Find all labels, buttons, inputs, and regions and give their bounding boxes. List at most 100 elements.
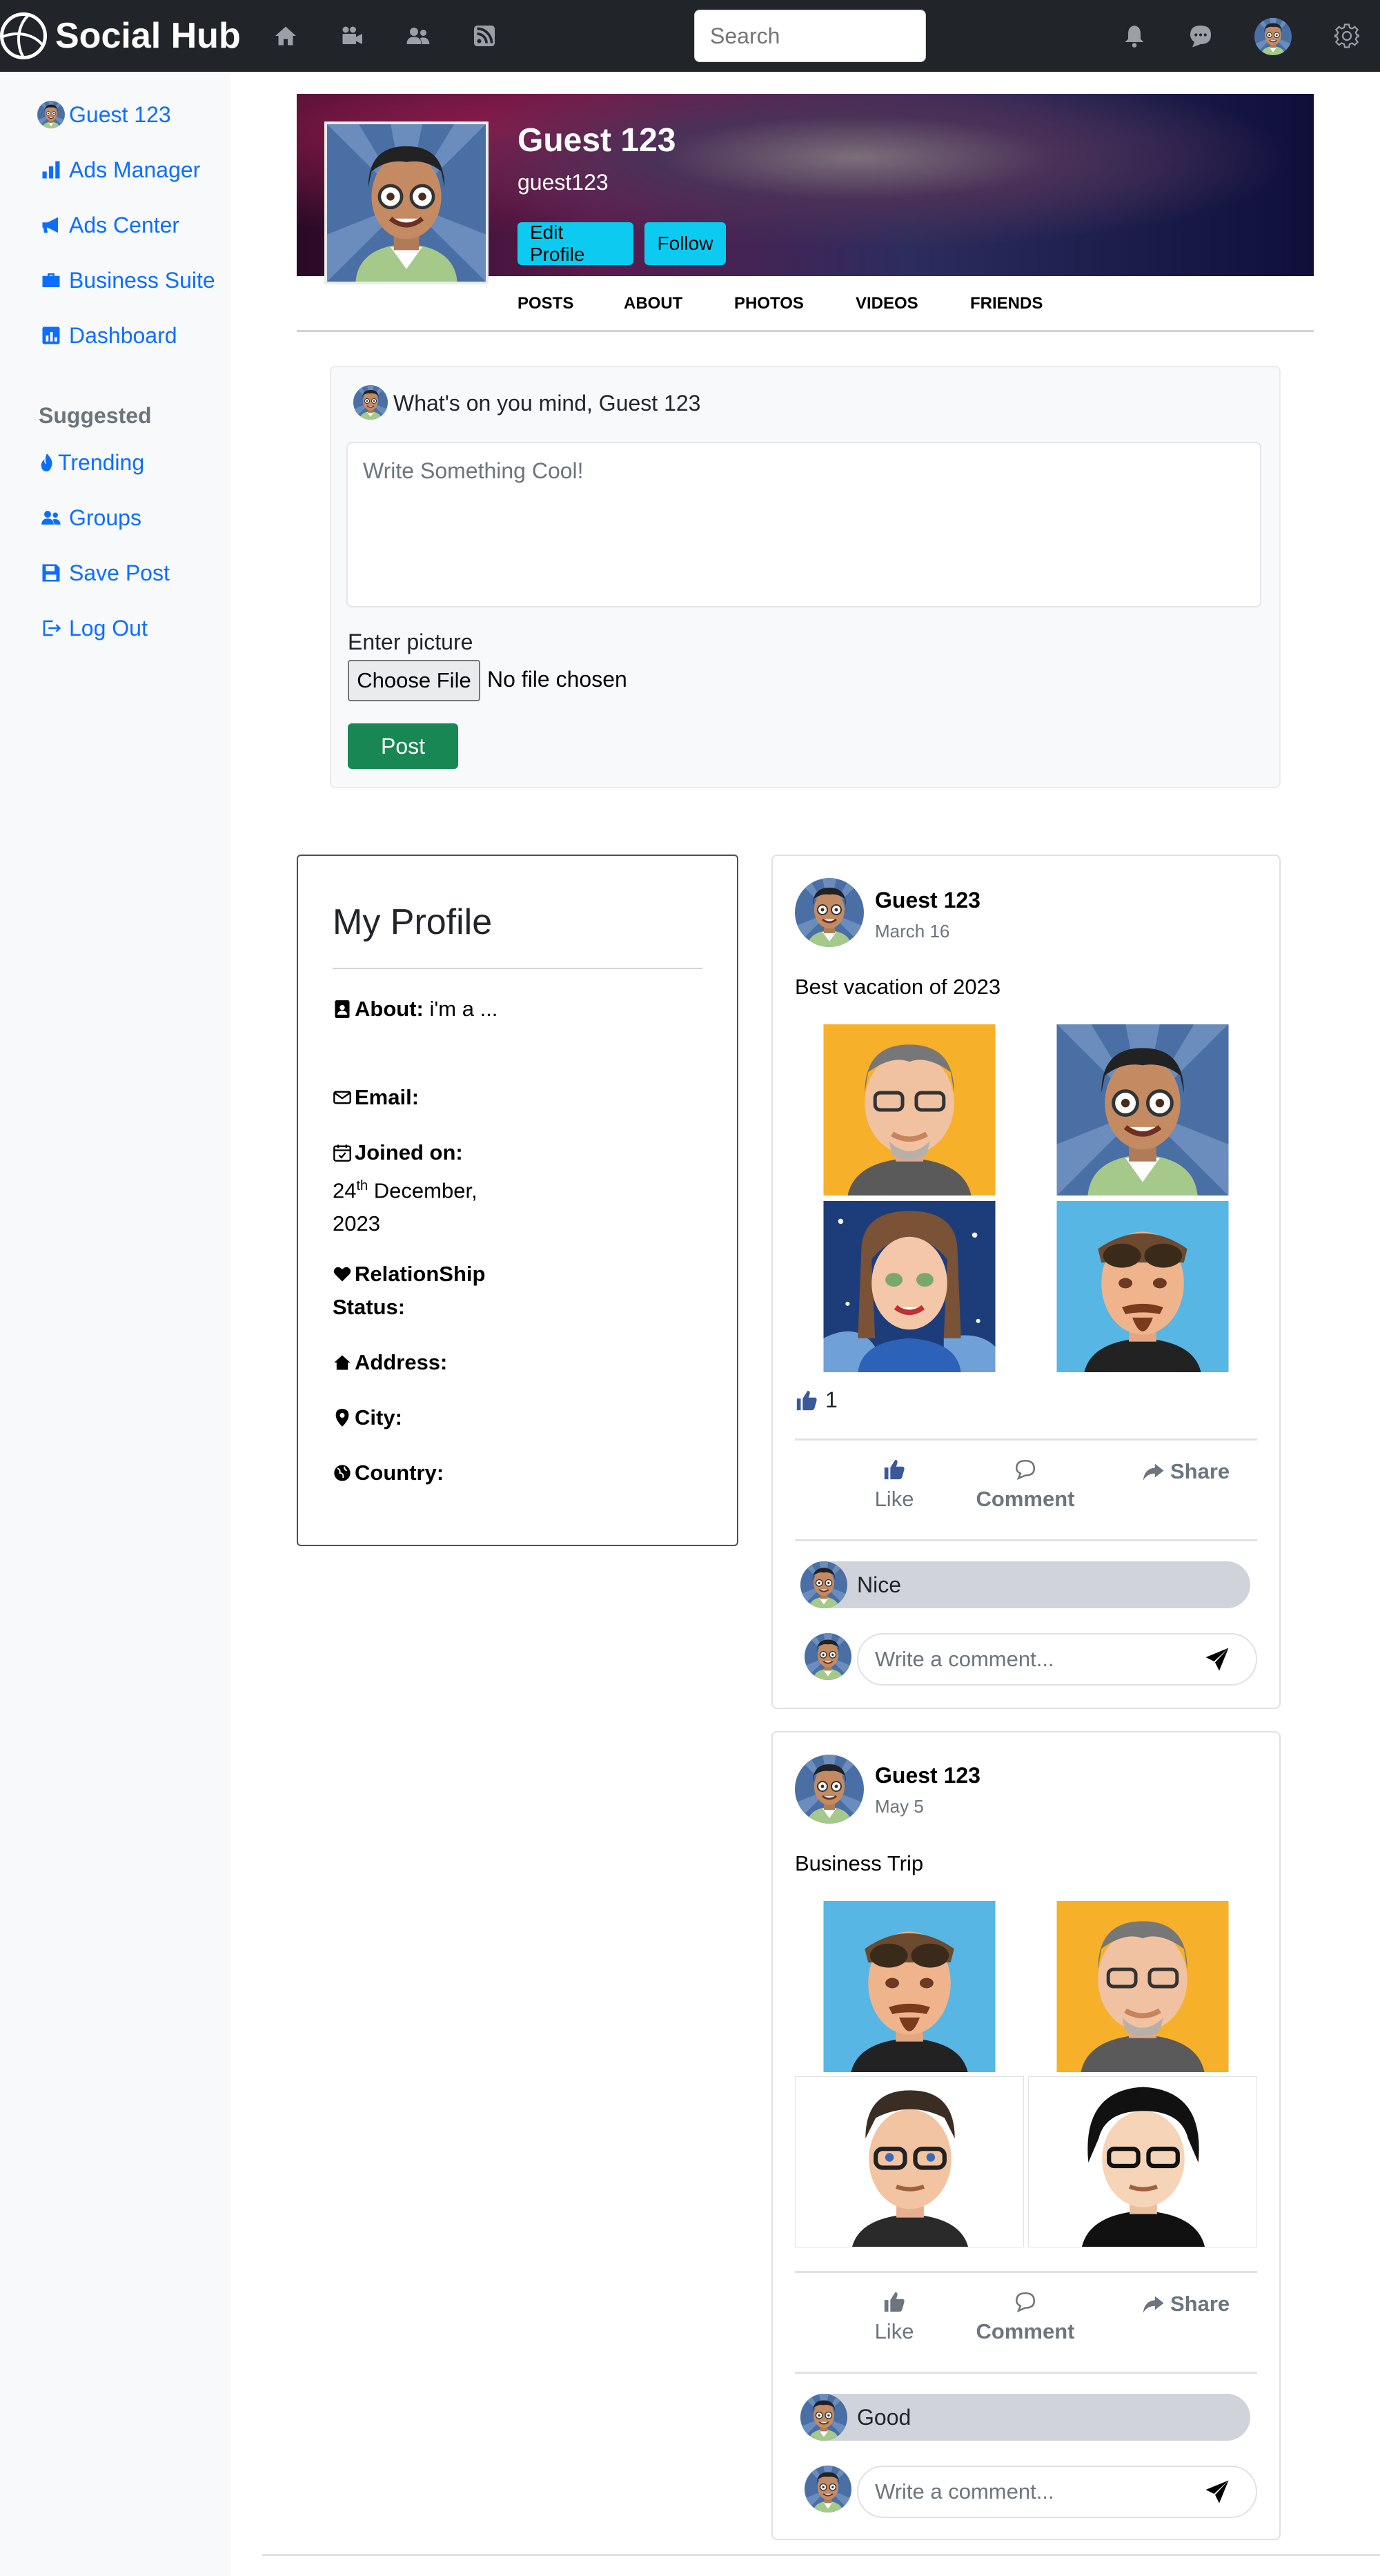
like-button[interactable]: Like bbox=[867, 2290, 922, 2344]
composer-title: What's on you mind, Guest 123 bbox=[393, 391, 701, 416]
avatar[interactable] bbox=[795, 1755, 864, 1824]
sidebar-item-label: Trending bbox=[58, 449, 145, 475]
fire-icon bbox=[37, 449, 57, 476]
share-button[interactable]: Share bbox=[1141, 1459, 1245, 1484]
comment-input[interactable]: Write a comment... bbox=[857, 2466, 1257, 2518]
brand[interactable]: Social Hub bbox=[0, 7, 241, 65]
sidebar-item-label: Ads Center bbox=[69, 212, 180, 237]
comment-icon bbox=[1015, 1459, 1036, 1481]
sidebar-item-business-suite[interactable]: Business Suite bbox=[37, 266, 215, 294]
like-button[interactable]: Like bbox=[867, 1458, 922, 1512]
edit-profile-button[interactable]: Edit Profile bbox=[518, 222, 633, 265]
sidebar-item-log-out[interactable]: Log Out bbox=[37, 614, 148, 642]
choose-file-button[interactable]: Choose File bbox=[348, 660, 480, 701]
footer-divider bbox=[262, 2554, 1380, 2556]
avatar bbox=[805, 2466, 851, 2512]
megaphone-icon bbox=[37, 211, 65, 239]
sidebar-item-ads-manager[interactable]: Ads Manager bbox=[37, 156, 200, 184]
sidebar-item-label: Ads Manager bbox=[69, 157, 201, 182]
post-image[interactable] bbox=[795, 1201, 1024, 1372]
suggested-heading: Suggested bbox=[39, 403, 152, 428]
post-image[interactable] bbox=[795, 1024, 1024, 1196]
post-text: Business Trip bbox=[795, 1851, 924, 1875]
city-label: City: bbox=[355, 1405, 402, 1430]
avatar bbox=[353, 385, 388, 420]
city-row: City: bbox=[333, 1401, 526, 1434]
tabs-divider bbox=[297, 330, 1314, 332]
post-image[interactable] bbox=[1028, 2076, 1257, 2247]
share-label: Share bbox=[1170, 2292, 1230, 2316]
send-icon[interactable] bbox=[1205, 2479, 1230, 2504]
tab-friends[interactable]: FRIENDS bbox=[970, 294, 1043, 313]
profile-handle: guest123 bbox=[518, 170, 609, 195]
video-icon[interactable] bbox=[337, 21, 367, 51]
like-label: Like bbox=[874, 2319, 914, 2343]
divider bbox=[795, 1539, 1257, 1541]
post-image[interactable] bbox=[795, 2076, 1024, 2247]
comment-button[interactable]: Comment bbox=[969, 1458, 1082, 1512]
bar-chart-icon bbox=[37, 156, 65, 184]
post-author[interactable]: Guest 123 bbox=[875, 888, 980, 913]
email-row: Email: bbox=[333, 1081, 526, 1114]
envelope-icon bbox=[333, 1091, 351, 1104]
post-button[interactable]: Post bbox=[348, 723, 458, 769]
logout-icon bbox=[37, 614, 65, 642]
like-count: 1 bbox=[795, 1387, 838, 1413]
sidebar-item-trending[interactable]: Trending bbox=[37, 449, 144, 476]
divider bbox=[795, 2271, 1257, 2273]
joined-label: Joined on: bbox=[355, 1140, 463, 1164]
follow-button[interactable]: Follow bbox=[644, 222, 726, 265]
post-image[interactable] bbox=[1028, 1201, 1257, 1372]
share-button[interactable]: Share bbox=[1141, 2292, 1245, 2316]
briefcase-icon bbox=[37, 266, 65, 294]
post-textarea[interactable]: Write Something Cool! bbox=[346, 442, 1261, 607]
joined-row: Joined on: 24th December, 2023 bbox=[333, 1136, 526, 1240]
chat-icon[interactable] bbox=[1185, 21, 1216, 51]
comment-input[interactable]: Write a comment... bbox=[857, 1633, 1257, 1686]
tab-about[interactable]: ABOUT bbox=[624, 294, 682, 313]
sidebar-item-save-post[interactable]: Save Post bbox=[37, 559, 170, 587]
comment-button[interactable]: Comment bbox=[969, 2290, 1082, 2344]
address-label: Address: bbox=[355, 1350, 448, 1374]
sidebar-item-profile[interactable]: Guest 123 bbox=[37, 101, 171, 128]
send-icon[interactable] bbox=[1205, 1647, 1230, 1672]
profile-picture[interactable] bbox=[324, 121, 489, 284]
tab-videos[interactable]: VIDEOS bbox=[856, 294, 918, 313]
avatar[interactable] bbox=[795, 878, 864, 947]
left-sidebar bbox=[0, 72, 230, 2576]
tab-posts[interactable]: POSTS bbox=[518, 294, 573, 313]
feed-icon[interactable] bbox=[469, 21, 500, 51]
divider bbox=[795, 2372, 1257, 2374]
floppy-icon bbox=[37, 559, 65, 587]
sidebar-item-dashboard[interactable]: Dashboard bbox=[37, 322, 177, 349]
basketball-icon bbox=[0, 12, 47, 59]
avatar bbox=[800, 1561, 847, 1608]
search-input[interactable] bbox=[694, 10, 926, 62]
sidebar-item-ads-center[interactable]: Ads Center bbox=[37, 211, 179, 239]
sidebar-item-groups[interactable]: Groups bbox=[37, 504, 141, 531]
share-icon bbox=[1143, 1463, 1164, 1481]
home-icon[interactable] bbox=[270, 21, 301, 51]
top-navbar: Social Hub bbox=[0, 0, 1380, 72]
post-image[interactable] bbox=[1028, 1901, 1257, 2072]
divider bbox=[333, 968, 702, 969]
joined-day: 24 bbox=[333, 1178, 357, 1203]
user-avatar[interactable] bbox=[1254, 18, 1292, 55]
house-icon bbox=[334, 1355, 351, 1370]
bell-icon[interactable] bbox=[1119, 21, 1150, 51]
post-image[interactable] bbox=[1028, 1024, 1257, 1196]
comment-label: Comment bbox=[976, 1487, 1075, 1511]
thumbs-up-icon bbox=[884, 2292, 905, 2312]
about-value: i'm a ... bbox=[429, 997, 498, 1021]
friends-icon[interactable] bbox=[403, 21, 433, 51]
profile-name: Guest 123 bbox=[518, 122, 676, 159]
post-image[interactable] bbox=[795, 1901, 1024, 2072]
avatar bbox=[800, 2394, 847, 2441]
tab-photos[interactable]: PHOTOS bbox=[734, 294, 804, 313]
share-label: Share bbox=[1170, 1459, 1230, 1483]
picture-label: Enter picture bbox=[348, 630, 473, 654]
post-author[interactable]: Guest 123 bbox=[875, 1763, 980, 1788]
sidebar-item-label: Save Post bbox=[69, 560, 170, 585]
sidebar-item-label: Groups bbox=[69, 505, 141, 530]
gear-icon[interactable] bbox=[1332, 21, 1362, 51]
